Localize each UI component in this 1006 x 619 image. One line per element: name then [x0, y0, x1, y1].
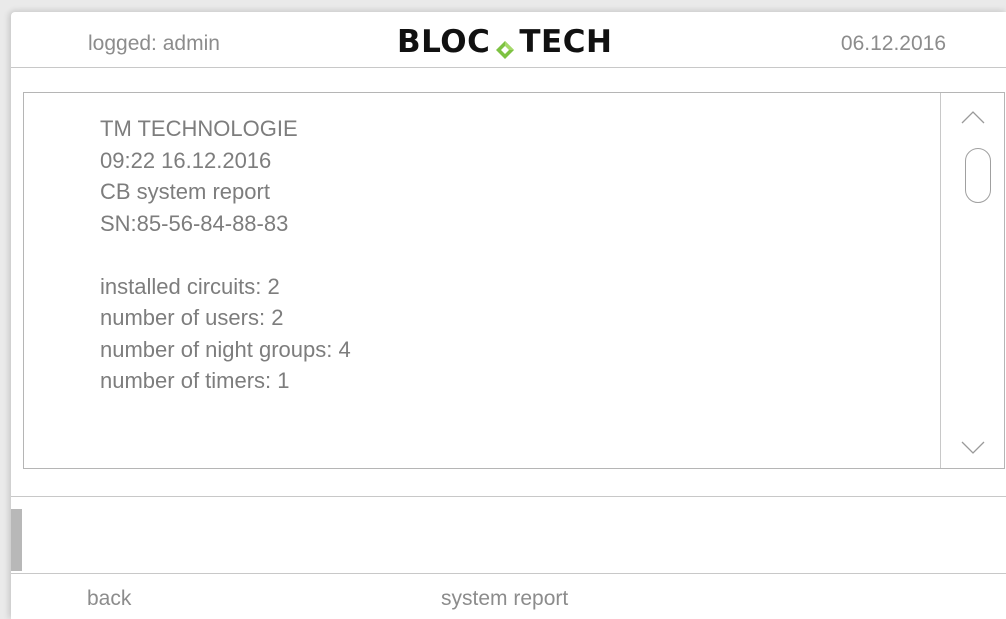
report-line: number of night groups: 4: [100, 336, 351, 362]
report-line-blank: [100, 239, 351, 271]
footer-page-title: system report: [441, 587, 569, 610]
report-line: number of timers: 1: [100, 368, 290, 393]
bloctech-logo: BLOC TECH: [397, 24, 613, 60]
header-date: 06.12.2016: [840, 32, 946, 55]
header: logged: admin BLOC TECH 06.12.2016: [11, 12, 1006, 68]
back-button[interactable]: back: [87, 587, 131, 611]
report-line: CB system report: [100, 179, 270, 204]
report-line: SN:85-56-84-88-83: [100, 210, 289, 236]
message-bar: [11, 496, 1006, 574]
report-panel: TM TECHNOLOGIE 09:22 16.12.2016 CB system …: [23, 92, 1005, 469]
app-screen: logged: admin BLOC TECH 06.12.2016 TM TE…: [11, 12, 1006, 619]
scrollbar[interactable]: [940, 93, 1004, 468]
logo-diamond-icon: [495, 32, 515, 59]
logo-text-left: BLOC: [397, 24, 491, 60]
report-line: number of users: 2: [100, 305, 284, 330]
message-accent-bar: [11, 509, 22, 571]
scroll-thumb[interactable]: [965, 148, 991, 203]
chevron-down-icon: [961, 441, 984, 454]
report-line: installed circuits: 2: [100, 273, 280, 299]
scroll-up-button[interactable]: [941, 97, 1004, 137]
chevron-up-icon: [961, 111, 984, 124]
logo-text-right: TECH: [519, 24, 613, 60]
report-content: TM TECHNOLOGIE 09:22 16.12.2016 CB system …: [100, 113, 351, 397]
logged-user-label: logged: admin: [88, 32, 220, 55]
scroll-down-button[interactable]: [941, 428, 1004, 468]
report-line: TM TECHNOLOGIE: [100, 116, 298, 141]
report-line: 09:22 16.12.2016: [100, 147, 272, 173]
